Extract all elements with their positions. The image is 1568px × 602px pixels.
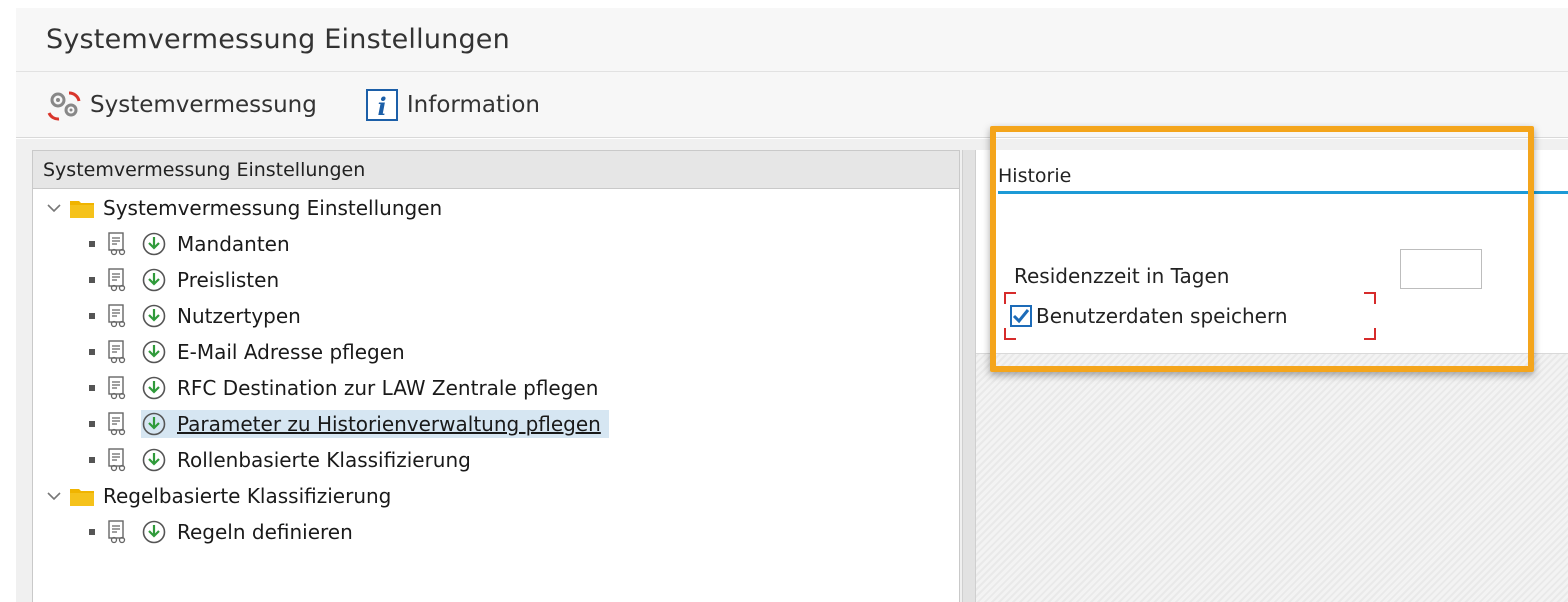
execute-icon: [141, 447, 167, 473]
bullet-icon: [89, 313, 95, 319]
navigation-tree-panel: Systemvermessung Einstellungen Systemver…: [32, 150, 960, 602]
tree-item-preislisten[interactable]: Preislisten: [89, 263, 283, 297]
checkmark-icon: [1012, 309, 1030, 324]
focus-corner: [1364, 328, 1376, 340]
document-icon: [107, 412, 129, 436]
tree-item-label: Regeln definieren: [177, 520, 353, 544]
document-icon: [107, 304, 129, 328]
bullet-icon: [89, 349, 95, 355]
information-label: Information: [406, 91, 540, 118]
tree-item-nutzertypen[interactable]: Nutzertypen: [89, 299, 305, 333]
svg-text:i: i: [377, 92, 386, 121]
execute-icon: [141, 519, 167, 545]
tree-item-label: RFC Destination zur LAW Zentrale pflegen: [177, 376, 599, 400]
tree-item-label: Rollenbasierte Klassifizierung: [177, 448, 471, 472]
folder-icon: [69, 197, 95, 219]
group-title: Historie: [998, 160, 1568, 194]
tree-item-regeln-definieren[interactable]: Regeln definieren: [89, 515, 357, 549]
folder-icon: [69, 485, 95, 507]
chevron-down-icon[interactable]: [43, 491, 65, 501]
toolbar: Systemvermessung i Information: [16, 72, 1568, 138]
execute-icon: [141, 411, 167, 437]
execute-icon: [141, 267, 167, 293]
tree-item-email-adresse[interactable]: E-Mail Adresse pflegen: [89, 335, 409, 369]
systemvermessung-label: Systemvermessung: [90, 91, 317, 118]
document-icon: [107, 520, 129, 544]
execute-icon: [141, 231, 167, 257]
execute-icon: [141, 303, 167, 329]
document-icon: [107, 376, 129, 400]
tree-item-label: Parameter zu Historienverwaltung pflegen: [177, 412, 601, 436]
save-userdata-row[interactable]: Benutzerdaten speichern: [1004, 292, 1376, 340]
bullet-icon: [89, 529, 95, 535]
panel-splitter[interactable]: [962, 150, 976, 602]
tree-item-historienverwaltung[interactable]: Parameter zu Historienverwaltung pflegen: [89, 407, 609, 441]
system-measurement-icon: [47, 91, 81, 120]
focus-corner: [1364, 292, 1376, 304]
residence-label: Residenzzeit in Tagen: [1014, 264, 1230, 288]
content-area: Systemvermessung Einstellungen Systemver…: [16, 139, 1568, 602]
focus-corner: [1004, 292, 1016, 304]
tree-item-mandanten[interactable]: Mandanten: [89, 227, 294, 261]
page-title: Systemvermessung Einstellungen: [46, 24, 510, 55]
bullet-icon: [89, 385, 95, 391]
info-icon: i: [365, 88, 398, 121]
tree-item-label: E-Mail Adresse pflegen: [177, 340, 405, 364]
tree-folder-label: Systemvermessung Einstellungen: [103, 196, 443, 220]
tree-folder-label: Regelbasierte Klassifizierung: [103, 484, 392, 508]
focus-corner: [1004, 328, 1016, 340]
document-icon: [107, 448, 129, 472]
information-button[interactable]: i Information: [365, 88, 540, 122]
save-userdata-checkbox[interactable]: [1010, 305, 1032, 327]
title-bar: Systemvermessung Einstellungen: [16, 8, 1568, 72]
systemvermessung-button[interactable]: Systemvermessung: [46, 89, 317, 121]
tree-header: Systemvermessung Einstellungen: [33, 151, 959, 189]
detail-panel: Historie Residenzzeit in Tagen Benutzerd…: [976, 150, 1568, 602]
bullet-icon: [89, 241, 95, 247]
app-window: Systemvermessung Einstellungen Systemver…: [16, 8, 1568, 602]
bullet-icon: [89, 457, 95, 463]
tree-item-label: Preislisten: [177, 268, 280, 292]
tree-item-label: Mandanten: [177, 232, 290, 256]
historie-form: Historie Residenzzeit in Tagen Benutzerd…: [976, 150, 1568, 354]
save-userdata-label: Benutzerdaten speichern: [1036, 304, 1288, 328]
tree-folder-regelbasierte[interactable]: Regelbasierte Klassifizierung: [43, 479, 391, 513]
execute-icon: [141, 375, 167, 401]
tree-item-label: Nutzertypen: [177, 304, 301, 328]
document-icon: [107, 232, 129, 256]
selection-highlight: Parameter zu Historienverwaltung pflegen: [141, 410, 609, 438]
document-icon: [107, 340, 129, 364]
tree-item-rfc-destination[interactable]: RFC Destination zur LAW Zentrale pflegen: [89, 371, 602, 405]
execute-icon: [141, 339, 167, 365]
bullet-icon: [89, 421, 95, 427]
bullet-icon: [89, 277, 95, 283]
residence-days-input[interactable]: [1400, 249, 1482, 289]
chevron-down-icon[interactable]: [43, 203, 65, 213]
tree-folder-systemvermessung[interactable]: Systemvermessung Einstellungen: [43, 191, 442, 225]
document-icon: [107, 268, 129, 292]
tree-item-rollenbasierte[interactable]: Rollenbasierte Klassifizierung: [89, 443, 475, 477]
